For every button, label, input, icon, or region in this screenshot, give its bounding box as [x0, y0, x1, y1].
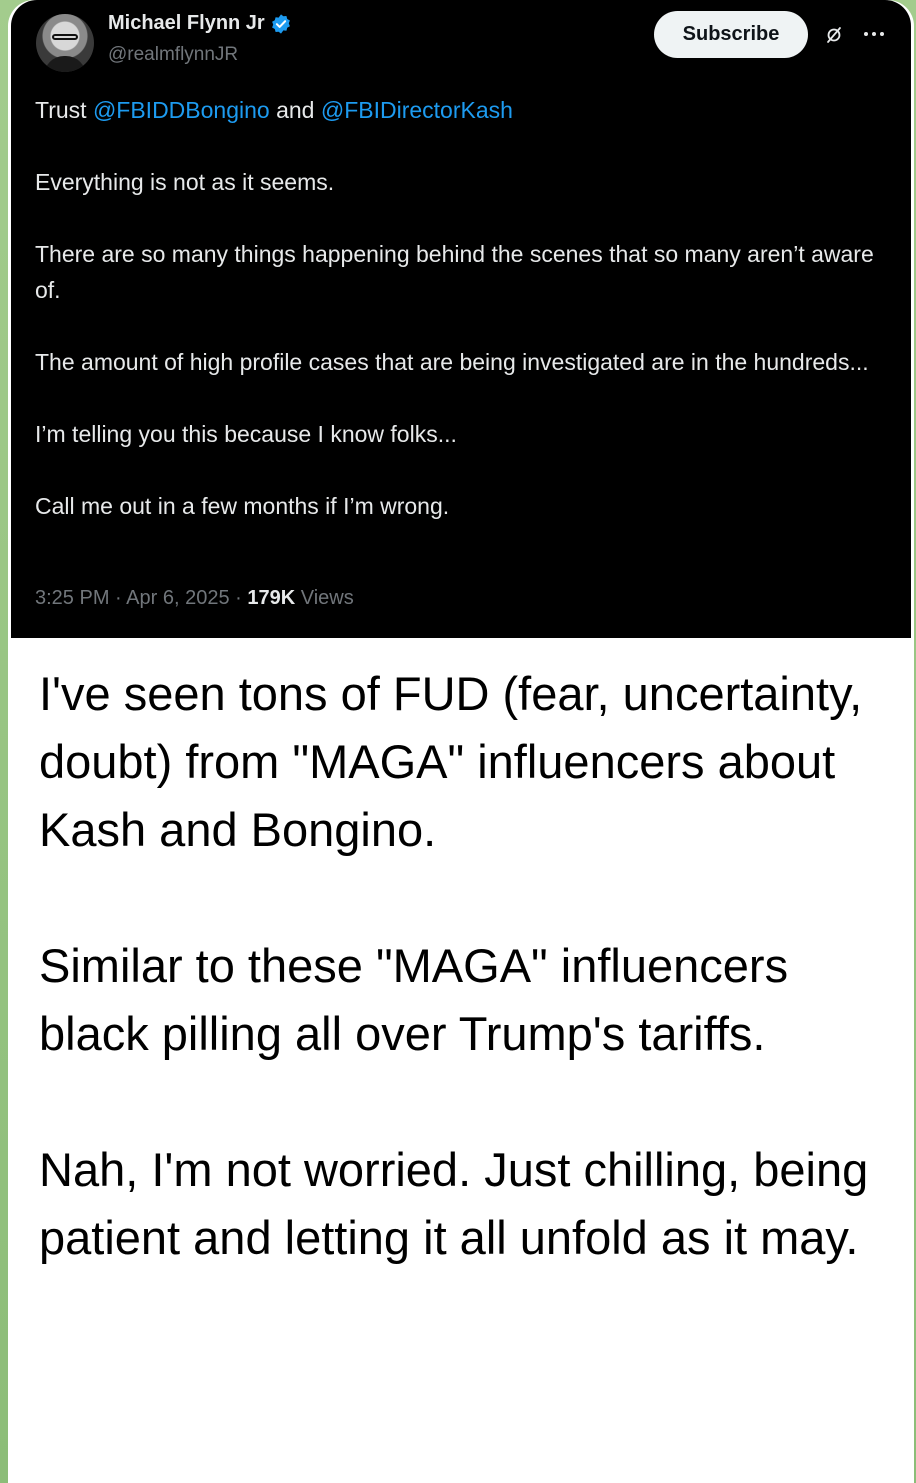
tweet-text-prefix: Trust: [35, 97, 93, 123]
verified-badge-icon: [271, 13, 290, 34]
message-caption: I've seen tons of FUD (fear, uncertainty…: [39, 660, 879, 1272]
caption-paragraph-1: I've seen tons of FUD (fear, uncertainty…: [39, 667, 863, 856]
mention-link-bongino[interactable]: @FBIDDBongino: [93, 97, 270, 123]
author-name-row: Michael Flynn Jr: [108, 12, 292, 35]
caption-paragraph-2: Similar to these "MAGA" influencers blac…: [39, 939, 789, 1060]
caption-paragraph-3: Nah, I'm not worried. Just chilling, bei…: [39, 1143, 869, 1264]
message-bubble: Michael Flynn Jr @realmflynnJR Subscribe…: [8, 0, 914, 1483]
tweet-paragraph-6: Call me out in a few months if I’m wrong…: [35, 493, 450, 519]
avatar-glasses: [52, 34, 78, 40]
avatar: [36, 14, 94, 72]
author-name[interactable]: Michael Flynn Jr: [108, 12, 265, 35]
tweet-screenshot: Michael Flynn Jr @realmflynnJR Subscribe…: [11, 0, 911, 638]
tweet-paragraph-3: There are so many things happening behin…: [35, 241, 874, 303]
views-count: 179K: [247, 587, 296, 609]
author-handle[interactable]: @realmflynnJR: [108, 44, 238, 66]
avatar-shirt: [44, 56, 86, 72]
tweet-meta: 3:25 PM · Apr 6, 2025 · 179K Views: [35, 587, 354, 610]
tweet-text: Trust @FBIDDBongino and @FBIDirectorKash…: [35, 92, 885, 560]
subscribe-button[interactable]: Subscribe: [654, 11, 808, 58]
tweet-paragraph-4: The amount of high profile cases that ar…: [35, 349, 869, 375]
tweet-paragraph-1: Trust @FBIDDBongino and @FBIDirectorKash: [35, 92, 885, 128]
tweet-paragraph-5: I’m telling you this because I know folk…: [35, 421, 457, 447]
tweet-paragraph-2: Everything is not as it seems.: [35, 169, 335, 195]
grok-icon[interactable]: [823, 24, 845, 46]
more-options-icon[interactable]: [859, 22, 889, 46]
mention-link-kash[interactable]: @FBIDirectorKash: [321, 97, 513, 123]
views-label: Views: [295, 587, 354, 609]
tweet-text-conjunction: and: [269, 97, 321, 123]
tweet-timestamp[interactable]: 3:25 PM · Apr 6, 2025 ·: [35, 587, 247, 609]
